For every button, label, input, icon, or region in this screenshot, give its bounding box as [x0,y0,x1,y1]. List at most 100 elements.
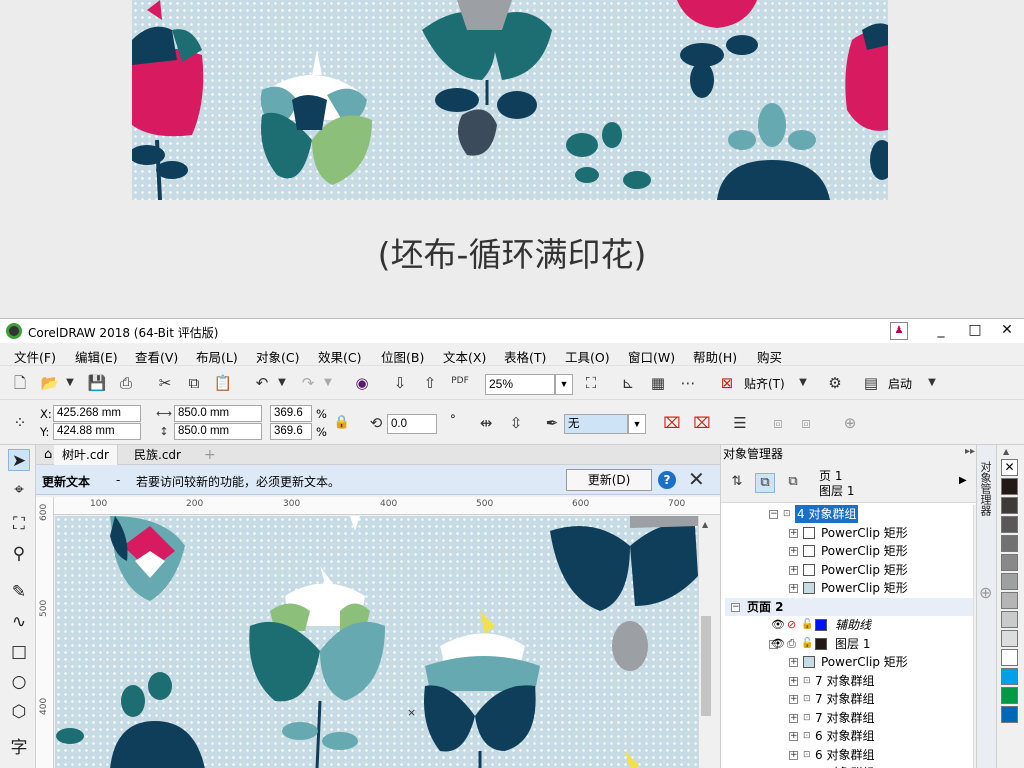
tab-ethnic[interactable]: 民族.cdr [126,445,189,465]
expand-icon[interactable]: + [789,676,798,686]
expand-icon[interactable]: + [789,547,798,556]
minimize-button[interactable]: _ [926,319,956,343]
menu-object[interactable]: 对象(C) [256,347,299,366]
rotation-field[interactable]: 0.0 [387,414,437,434]
expand-icon[interactable]: + [789,695,798,704]
printable-icon[interactable]: ⎙ [787,635,796,653]
text-tool-icon[interactable]: 字 [8,737,30,759]
color-swatch[interactable] [1001,687,1018,704]
copy-icon[interactable]: ⧉ [184,374,204,392]
break-apart-icon[interactable]: ⌧ [662,414,682,432]
redo-icon[interactable]: ↷ [298,374,318,392]
tab-leaves[interactable]: 树叶.cdr [54,445,118,465]
drawing-canvas[interactable]: × [55,516,698,768]
expand-icon[interactable]: + [789,658,798,667]
expand-icon[interactable]: + [789,750,798,760]
add-icon[interactable]: ⊕ [840,414,860,432]
panel-collapse-icon[interactable]: ▸▸ [965,446,975,457]
color-swatch[interactable] [1001,516,1018,533]
mirror-vertical-icon[interactable]: ⇳ [506,414,526,432]
help-icon[interactable]: ? [658,471,676,489]
to-front-icon[interactable]: ⧈ [768,414,788,432]
account-icon[interactable]: ♟ [890,322,908,340]
undo-icon[interactable]: ↶ [252,374,272,392]
edit-across-layers-icon[interactable]: ⧉ [755,473,775,493]
snap-off-icon[interactable]: ⊠ [717,374,737,392]
tree-row[interactable]: +⊡7 对象群组 [725,690,973,709]
tree-row[interactable]: +⊡7 对象群组 [725,709,973,728]
menu-effects[interactable]: 效果(C) [318,347,361,366]
rectangle-tool-icon[interactable]: □ [8,641,30,663]
expand-icon[interactable]: + [789,528,798,538]
menu-tools[interactable]: 工具(O) [565,347,610,366]
show-properties-icon[interactable]: ⇅ [727,473,747,491]
ellipse-tool-icon[interactable]: ○ [8,671,30,693]
tree-row[interactable]: + ⊡ 6 对象群组 [725,746,973,765]
menu-help[interactable]: 帮助(H) [693,347,737,366]
lock-icon[interactable]: 🔓 [801,616,813,634]
crop-tool-icon[interactable]: ⛶ [8,513,30,535]
visibility-eye-icon[interactable]: 👁 [771,616,785,634]
color-swatch[interactable] [1001,535,1018,552]
visibility-eye-icon[interactable]: 👁 [771,635,785,653]
launch-dropdown[interactable]: 启动 [888,375,912,392]
full-screen-icon[interactable]: ⛶ [581,374,601,392]
tree-row[interactable]: +⊡7 对象群组 [725,764,973,768]
close-button[interactable]: ✕ [992,319,1022,343]
tree-row[interactable]: + PowerClip 矩形 [725,524,973,543]
snap-dropdown-icon[interactable]: ▼ [793,374,813,392]
color-swatch[interactable] [1001,649,1018,666]
layer-color-swatch[interactable] [815,619,827,631]
mirror-horizontal-icon[interactable]: ⇹ [476,414,496,432]
color-swatch[interactable] [1001,668,1018,685]
no-fill-swatch[interactable]: ✕ [1001,459,1018,476]
close-notification-icon[interactable]: ✕ [688,467,705,491]
menu-window[interactable]: 窗口(W) [628,347,675,366]
menu-bitmaps[interactable]: 位图(B) [381,347,424,366]
tree-row[interactable]: + PowerClip 矩形 [725,653,973,672]
tree-row[interactable]: − 页面 2 [725,597,973,616]
width-field[interactable]: 850.0 mm [174,405,262,422]
menu-file[interactable]: 文件(F) [14,347,56,366]
guidelines-icon[interactable]: ⋯ [678,374,698,392]
zoom-dropdown-icon[interactable]: ▼ [555,374,573,395]
add-tab-icon[interactable]: + [196,445,224,465]
layer-color-swatch[interactable] [815,637,827,650]
docker-add-icon[interactable]: ⊕ [979,583,992,602]
redo-dropdown-icon[interactable]: ▼ [318,374,338,392]
scale-x-field[interactable]: 369.6 [270,405,312,422]
color-swatch[interactable] [1001,611,1018,628]
scroll-thumb[interactable] [701,616,711,716]
wrap-text-icon[interactable]: ☰ [730,414,750,432]
color-swatch[interactable] [1001,630,1018,647]
color-swatch[interactable] [1001,478,1018,495]
zoom-tool-icon[interactable]: ⚲ [8,543,30,565]
menu-buy[interactable]: 购买 [757,347,782,366]
new-document-icon[interactable]: 🗋 [10,374,30,392]
expand-icon[interactable]: + [789,732,798,741]
collapse-icon[interactable]: − [731,602,740,612]
to-back-icon[interactable]: ⧈ [796,414,816,432]
color-swatch[interactable] [1001,554,1018,571]
open-dropdown-icon[interactable]: ▼ [60,374,80,392]
outline-width-field[interactable]: 无 [564,414,628,434]
grid-icon[interactable]: ▦ [648,374,668,392]
polygon-tool-icon[interactable]: ⬡ [8,701,30,723]
update-button[interactable]: 更新(D) [566,469,652,491]
scale-y-field[interactable]: 369.6 [270,423,312,440]
pick-tool-icon[interactable]: ➤ [8,449,30,471]
scroll-up-icon[interactable]: ▲ [702,520,708,529]
undo-dropdown-icon[interactable]: ▼ [272,374,292,392]
snap-to-dropdown[interactable]: 贴齐(T) [744,375,785,392]
publish-pdf-icon[interactable]: PDF [450,372,470,390]
palette-scroll-up-icon[interactable]: ▲ [1003,447,1009,456]
menu-layout[interactable]: 布局(L) [196,347,238,366]
docker-tab-label[interactable]: 对象管理器 [979,461,992,516]
zoom-level-field[interactable]: 25% [485,374,555,395]
color-swatch[interactable] [1001,706,1018,723]
menu-view[interactable]: 查看(V) [135,347,178,366]
lock-icon[interactable]: 🔓 [801,635,813,653]
freehand-tool-icon[interactable]: ✎ [8,581,30,603]
print-icon[interactable]: ⎙ [116,374,136,392]
color-swatch[interactable] [1001,573,1018,590]
